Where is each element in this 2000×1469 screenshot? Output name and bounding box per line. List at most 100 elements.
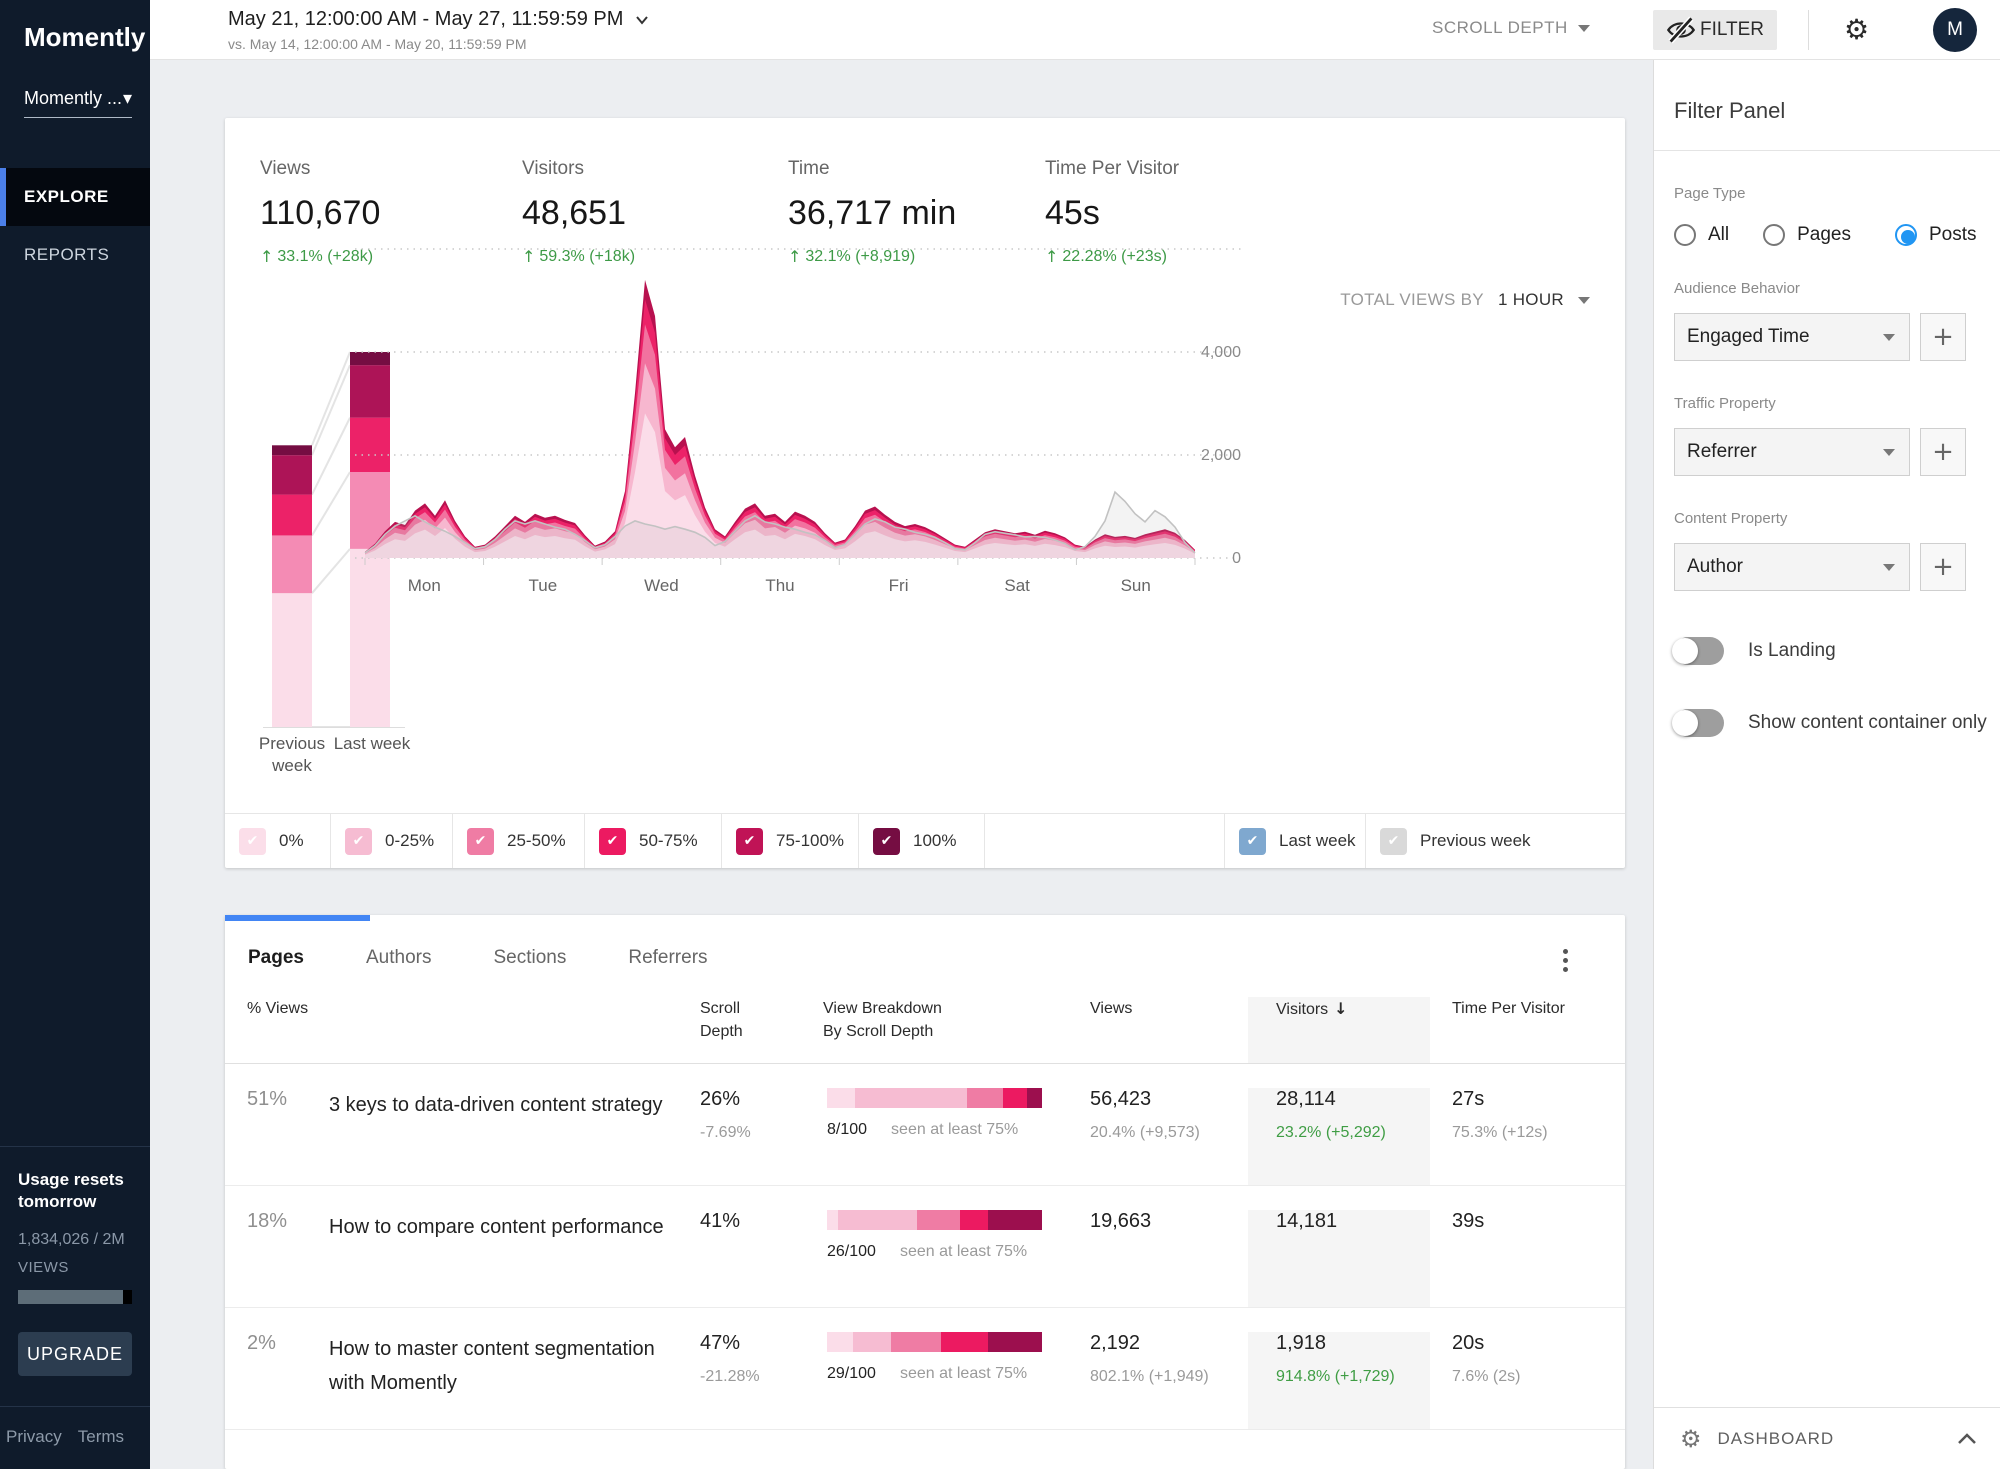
row-views: 19,663 [1090,1210,1248,1307]
sidebar-item-explore[interactable]: EXPLORE [0,168,150,226]
row-scroll-depth: 26%-7.69% [700,1088,823,1185]
toggle-track [1674,637,1724,665]
area-chart: 4,0002,0000MonTueWedThuFriSatSun [355,233,1615,613]
svg-text:Sat: Sat [1004,576,1030,595]
col-time-per-visitor[interactable]: Time Per Visitor [1430,997,1625,1063]
radio-all[interactable]: All [1674,224,1729,246]
row-time-per-visitor: 20s7.6% (2s) [1430,1332,1625,1429]
table-header-row: % Views ScrollDepth View BreakdownBy Scr… [225,997,1625,1064]
legend-checkbox-25-50pct[interactable]: ✔ 25-50% [453,814,585,868]
col-pct-views: % Views [247,997,329,1063]
row-breakdown: 29/100seen at least 75% [823,1332,1090,1429]
checkbox-icon: ✔ [239,828,266,855]
audience-behavior-select[interactable]: Engaged Time [1674,313,1910,361]
table-row: 2% How to master content segmentation wi… [225,1308,1625,1430]
content-table-card: Pages Authors Sections Referrers % Views… [225,915,1625,1469]
checkbox-icon: ✔ [345,828,372,855]
usage-count: 1,834,026 / 2M [18,1231,132,1249]
tab-pages[interactable]: Pages [248,947,304,969]
topbar: May 21, 12:00:00 AM - May 27, 11:59:59 P… [150,0,2000,60]
legend-checkbox-0pct[interactable]: ✔ 0% [225,814,331,868]
radio-icon [1674,224,1696,246]
row-title-link[interactable]: How to compare content performance [329,1210,700,1307]
svg-text:4,000: 4,000 [1201,344,1241,361]
svg-text:2,000: 2,000 [1201,447,1241,464]
traffic-property-select[interactable]: Referrer [1674,428,1910,476]
radio-icon [1895,224,1917,246]
col-visitors-sorted[interactable]: Visitors↓ [1248,997,1430,1063]
avatar[interactable]: M [1933,8,1977,52]
content-property-label: Content Property [1674,510,2000,527]
toggle-knob [1672,710,1698,736]
property-selector-label: Momently ... [24,88,122,109]
terms-link[interactable]: Terms [78,1427,124,1447]
scroll-depth-legend: ✔ 0% ✔ 0-25% ✔ 25-50% ✔ 50-75% ✔ 75-100%… [225,813,1625,868]
radio-posts[interactable]: Posts [1895,224,1977,246]
usage-progress-bar [18,1290,132,1304]
content-property-select[interactable]: Author [1674,543,1910,591]
upgrade-button[interactable]: UPGRADE [18,1332,132,1376]
table-row: 18% How to compare content performance 4… [225,1186,1625,1308]
date-range-label: May 21, 12:00:00 AM - May 27, 11:59:59 P… [228,8,623,31]
row-pct-views: 18% [247,1210,329,1307]
add-content-filter-button[interactable]: + [1920,543,1966,591]
property-selector[interactable]: Momently ... ▾ [24,88,132,118]
legend-checkbox-75-100pct[interactable]: ✔ 75-100% [722,814,859,868]
row-scroll-depth: 41% [700,1210,823,1307]
svg-text:Fri: Fri [889,576,909,595]
audience-behavior-label: Audience Behavior [1674,280,2000,297]
checkbox-icon: ✔ [599,828,626,855]
settings-gear-icon[interactable]: ⚙ [1844,13,1869,46]
radio-pages[interactable]: Pages [1763,224,1851,246]
legend-checkbox-previous-week[interactable]: ✔ Previous week [1366,814,1625,868]
scroll-depth-bar [827,1088,1042,1108]
caret-down-icon [1578,25,1590,32]
svg-text:Thu: Thu [765,576,794,595]
add-audience-filter-button[interactable]: + [1920,313,1966,361]
tab-authors[interactable]: Authors [366,947,431,969]
caret-down-icon [1883,449,1895,456]
show-content-container-toggle[interactable]: Show content container only [1674,709,2000,737]
usage-progress-fill [18,1290,123,1304]
row-visitors: 14,181 [1248,1210,1430,1307]
date-range-selector[interactable]: May 21, 12:00:00 AM - May 27, 11:59:59 P… [228,8,649,52]
row-title-link[interactable]: 3 keys to data-driven content strategy [329,1088,700,1185]
up-arrow-icon: ↑ [260,247,273,266]
sidebar-item-reports[interactable]: REPORTS [0,226,150,284]
col-scroll-depth[interactable]: ScrollDepth [700,997,823,1063]
sort-down-icon: ↓ [1334,999,1347,1018]
legend-checkbox-50-75pct[interactable]: ✔ 50-75% [585,814,722,868]
row-views: 2,192802.1% (+1,949) [1090,1332,1248,1429]
tab-sections[interactable]: Sections [493,947,566,969]
row-pct-views: 2% [247,1332,329,1429]
filter-toggle-button[interactable]: FILTER [1653,10,1777,50]
toggle-knob [1672,638,1698,664]
add-traffic-filter-button[interactable]: + [1920,428,1966,476]
svg-text:Mon: Mon [408,576,441,595]
compare-range-label: vs. May 14, 12:00:00 AM - May 20, 11:59:… [228,36,649,52]
filter-panel: Filter Panel Page Type All Pages Posts A… [1653,60,2000,1469]
caret-down-icon [1883,564,1895,571]
legend-checkbox-0-25pct[interactable]: ✔ 0-25% [331,814,453,868]
legend-checkbox-last-week[interactable]: ✔ Last week [1225,814,1366,868]
page-type-radios: All Pages Posts [1674,224,2000,246]
legend-checkbox-100pct[interactable]: ✔ 100% [859,814,985,868]
dashboard-footer-button[interactable]: ⚙ DASHBOARD [1654,1407,2000,1469]
row-title-link[interactable]: How to master content segmentation with … [329,1332,700,1429]
page-type-label: Page Type [1674,185,2000,202]
usage-title: Usage resets tomorrow [18,1169,132,1213]
is-landing-toggle[interactable]: Is Landing [1674,637,2000,665]
chevron-down-icon [635,13,649,27]
privacy-link[interactable]: Privacy [6,1427,62,1447]
chevron-down-icon: ▾ [123,88,132,109]
row-scroll-depth: 47%-21.28% [700,1332,823,1429]
overview-chart-card: Views 110,670 ↑33.1% (+28k) Visitors 48,… [225,118,1625,868]
kebab-menu-icon[interactable] [1559,945,1572,976]
divider [1654,150,2000,151]
sidebar: Momently Momently ... ▾ EXPLORE REPORTS … [0,0,150,1469]
metric-selector-dropdown[interactable]: SCROLL DEPTH [1432,18,1590,38]
filter-panel-title: Filter Panel [1654,60,2000,150]
tab-referrers[interactable]: Referrers [628,947,707,969]
usage-unit: VIEWS [18,1259,132,1276]
col-views[interactable]: Views [1090,997,1248,1063]
